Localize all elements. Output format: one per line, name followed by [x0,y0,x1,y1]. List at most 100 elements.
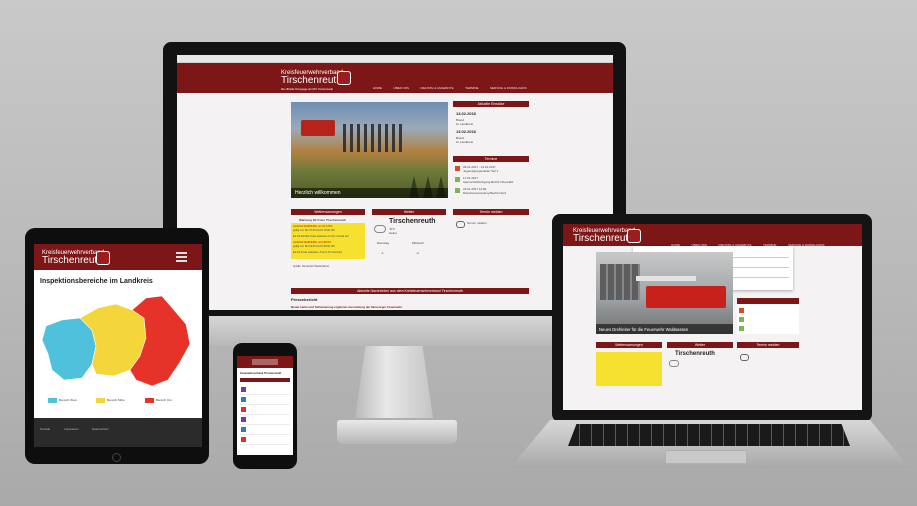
forecast-temp-2: -3 [416,251,419,255]
laptop-hero-caption: Neues Drehleiter für die Feuerwehr Walds… [599,327,689,332]
warnung-title: Warnung für Kreis Tirschenreuth [299,218,346,222]
termin-title-3[interactable]: Dienstversammlung Bezirk Nord [463,191,506,195]
nav-ueber-uns[interactable]: ÜBER UNS [393,86,409,90]
calendar-icon [739,326,744,331]
phone-list [240,385,290,451]
news-heading: Aktuelle Einsätze [453,101,529,107]
tablet-brand-name: Tirschenreuth [42,255,103,266]
news-line-2b: im Landkreis [456,140,474,144]
tablet-crest-logo [96,251,110,265]
legend-label-west: Bereich West [59,398,77,402]
termin-title-1[interactable]: Jugendgruppenleiter Teil 1 [463,169,498,173]
laptop-hero-image: Neues Drehleiter für die Feuerwehr Walds… [596,252,733,334]
phone-header [237,356,293,368]
warnung-line-2: gültig von Mo 07:00 bis Di 10:00 Uhr [293,229,335,232]
weather-desc: Heiter [389,231,398,235]
news-line-1b: im Landkreis [456,122,474,126]
laptop-website: Kreisfeuerwehrverband Tirschenreuth HOME… [563,224,862,410]
laptop-weather-city: Tirschenreuth [675,351,715,357]
hamburger-menu-icon[interactable] [176,252,187,262]
phone-brand-mark [252,359,278,365]
forecast-day-2: Mittwoch [412,241,424,245]
crest-logo [337,71,351,85]
laptop-trackpad [665,450,747,464]
fire-truck [301,120,335,136]
nav-termine[interactable]: TERMINE [465,86,479,90]
truck-ladder [636,276,696,281]
legend-swatch-mitte [96,398,105,403]
calendar-icon [455,188,460,193]
forecast-temp-1: -1 [381,251,384,255]
footer-link-datenschutz[interactable]: Datenschutz [92,427,109,431]
warnung-line-6: Es tritt Frost zwischen -5 und -10 Grad … [293,251,342,254]
desktop-website: Kreisfeuerwehrverband Tirschenreuth Die … [177,55,613,310]
laptop-brand-name: Tirschenreuth [573,233,634,244]
warnungen-heading: Wetterwarnungen [291,209,365,215]
hero-caption: Herzlich willkommen [295,190,341,196]
laptop-keyboard [568,424,850,446]
warnung-source: Quelle: Deutscher Wetterdienst [293,265,329,268]
press-title: Pressebericht [291,297,318,302]
phone-section-title: Feuerwehrverband Tirschenreuth [240,372,282,375]
laptop-warnungen-heading: Wetterwarnungen [596,342,662,348]
weather-city: Tirschenreuth [389,218,436,225]
brand-name: Tirschenreuth [281,75,342,86]
laptop-crest-logo [627,229,641,243]
warnung-line-5: gültig von Mo 19:00 bis Di 09:00 Uhr [293,245,335,248]
footer-link-kontakt[interactable]: Kontakt [40,427,50,431]
legend-label-mitte: Bereich Mitte [107,398,125,402]
laptop-nav-service[interactable]: SERVICE & DOWNLOADS [788,243,824,247]
laptop-side-heading [737,298,799,304]
speech-bubble-icon [456,221,465,228]
warnung-line-3: Es tritt leichter Frost zwischen 0 und -… [293,235,349,238]
termin-title-2[interactable]: Atemschutzlehrgang Bezirk Oberpfalz [463,180,513,184]
calendar-icon [739,317,744,322]
nachrichten-heading: Aktuelle Nachrichten aus dem Kreisfeuerw… [291,288,529,294]
termine-heading: Termine [453,156,529,162]
hero-image: Herzlich willkommen [291,102,448,198]
fire-station [600,264,640,300]
laptop-termin-heading: Termin melden [737,342,799,348]
calendar-icon [455,166,460,171]
phone-subheader [240,378,290,382]
nav-service[interactable]: SERVICE & DOWNLOADS [490,86,526,90]
monitor-stand [355,338,433,418]
laptop-side-widget [737,298,799,334]
tablet-home-button [112,453,121,462]
press-headline[interactable]: Neuer Helm und Schutzanzug ergänzen Ausr… [291,305,402,309]
tablet-header: Kreisfeuerwehrverband Tirschenreuth [34,244,202,270]
tablet-website: Kreisfeuerwehrverband Tirschenreuth Insp… [34,244,202,447]
list-thumb [241,407,246,412]
site-header: Kreisfeuerwehrverband Tirschenreuth Die … [177,63,613,93]
tablet-footer: Kontakt Impressum Datenschutz [34,418,202,447]
phone-website: Feuerwehrverband Tirschenreuth [237,356,293,455]
laptop-header: Kreisfeuerwehrverband Tirschenreuth HOME… [563,224,862,247]
map-title: Inspektionsbereiche im Landkreis [40,278,153,285]
map-region-west [41,317,97,381]
termin-melden-link[interactable]: Termin melden [467,221,487,225]
laptop-warning-panel [596,352,662,386]
legend-label-ost: Bereich Ost [156,398,172,402]
news-date-2: 13.02.2016 [456,129,477,134]
warnung-line-4: Amtliche WARNUNG vor FROST [293,241,332,244]
speech-bubble-icon [740,354,749,361]
district-map [41,295,191,387]
calendar-icon [739,308,744,313]
brand-tagline: Die offizielle Homepage der KFV Tirschen… [281,88,334,91]
ladder-truck [646,286,726,308]
news-date-1: 13.02.2016 [456,111,477,116]
weather-cloud-icon [669,360,679,367]
wetter-heading: Wetter [372,209,446,215]
footer-link-impressum[interactable]: Impressum [64,427,79,431]
nav-home[interactable]: HOME [373,86,382,90]
list-thumb [241,427,246,432]
list-thumb [241,387,246,392]
nav-dienste[interactable]: DIENSTE & ANGEBOTE [420,86,453,90]
forecast-day-1: Dienstag [377,241,389,245]
list-thumb [241,397,246,402]
list-thumb [241,417,246,422]
warnung-line-1: Amtliche WARNUNG vor GLÄTTE [293,225,333,228]
legend-swatch-ost [145,398,154,403]
laptop-wetter-heading: Wetter [667,342,733,348]
main-nav: HOME ÜBER UNS DIENSTE & ANGEBOTE TERMINE… [373,76,533,94]
